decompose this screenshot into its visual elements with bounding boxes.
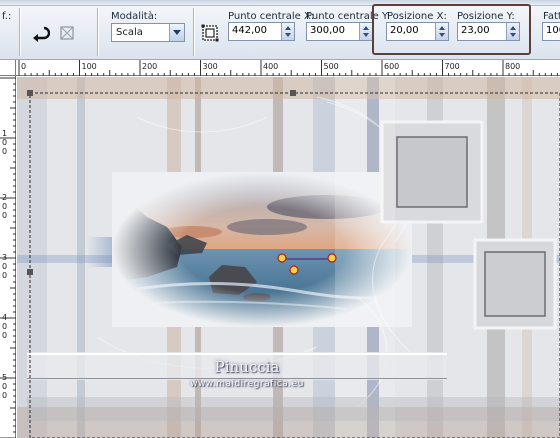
toolbar-separator: [19, 8, 20, 56]
ruler-label: 0: [2, 382, 7, 391]
ruler-label: 0: [2, 271, 7, 280]
credit-name: Pinuccia: [214, 358, 280, 376]
ruler-label: 0: [21, 62, 26, 71]
center-x-value: 442,00: [232, 25, 267, 36]
ruler-label: 0: [2, 202, 7, 211]
ruler-label: 500: [324, 62, 339, 71]
toolbar-separator: [97, 8, 98, 56]
mode-value: Scala: [116, 27, 143, 38]
ruler-corner: [0, 60, 16, 76]
factor-value: 100: [546, 25, 560, 36]
credit-url: www.maidiregrafica.eu: [190, 379, 304, 389]
position-highlight-frame: [372, 4, 531, 55]
ruler-label: 0: [2, 322, 7, 331]
ruler-label: 800: [505, 62, 520, 71]
ruler-label: 0: [2, 331, 7, 340]
mode-select[interactable]: Scala: [111, 23, 185, 42]
ruler-label: 700: [445, 62, 460, 71]
ruler-label: 400: [263, 62, 278, 71]
ruler-label: 5: [2, 373, 7, 382]
factor-label: Fatto: [543, 11, 560, 22]
ruler-label: 1: [2, 129, 7, 138]
ruler-label: 300: [203, 62, 218, 71]
dropdown-icon[interactable]: [169, 24, 184, 41]
undo-button[interactable]: [29, 22, 51, 44]
ruler-label: 200: [142, 62, 157, 71]
vertical-ruler-ticks: 100200300400500: [0, 77, 16, 438]
center-y-value: 300,00: [310, 25, 345, 36]
mode-label: Modalità:: [111, 11, 158, 22]
ruler-label: 100: [82, 62, 97, 71]
spin-up-icon[interactable]: [363, 26, 369, 30]
crop-button[interactable]: [56, 22, 78, 44]
toolbar-separator: [193, 8, 194, 56]
spin-down-icon[interactable]: [363, 33, 369, 37]
ruler-label: 2: [2, 193, 7, 202]
center-y-field[interactable]: 300,00: [306, 22, 373, 41]
ruler-label: 0: [2, 391, 7, 400]
spin-down-icon[interactable]: [285, 33, 291, 37]
spin-up-icon[interactable]: [285, 26, 291, 30]
center-x-field[interactable]: 442,00: [228, 22, 295, 41]
image-canvas[interactable]: Pinuccia www.maidiregrafica.eu: [17, 77, 560, 438]
undo-icon: [33, 26, 51, 42]
vertical-ruler: 100200300400500: [0, 76, 16, 438]
horizontal-ruler: 0 100 200 300 400 500 600 700 800: [0, 60, 560, 76]
cut-label: f.:: [2, 11, 12, 22]
pick-tool-button[interactable]: [199, 22, 221, 44]
crop-icon: [60, 26, 74, 40]
pivot-handle: [277, 253, 337, 275]
ruler-label: 0: [2, 147, 7, 156]
horizontal-ruler-ticks: 0 100 200 300 400 500 600 700 800: [18, 60, 558, 76]
ruler-label: 0: [2, 211, 7, 220]
ruler-label: 600: [384, 62, 399, 71]
ruler-label: 4: [2, 313, 7, 322]
ruler-label: 0: [2, 262, 7, 271]
pick-tool-icon: [201, 24, 219, 42]
center-y-spinner[interactable]: [359, 23, 372, 40]
factor-field[interactable]: 100: [542, 22, 560, 41]
tool-options-toolbar: f.: Modalità: Scala Punto centrale X: 44…: [0, 0, 560, 60]
ruler-label: 0: [2, 138, 7, 147]
center-x-label: Punto centrale X:: [228, 11, 315, 22]
center-x-spinner[interactable]: [281, 23, 294, 40]
deform-handles[interactable]: [277, 252, 337, 276]
ruler-label: 3: [2, 253, 7, 262]
